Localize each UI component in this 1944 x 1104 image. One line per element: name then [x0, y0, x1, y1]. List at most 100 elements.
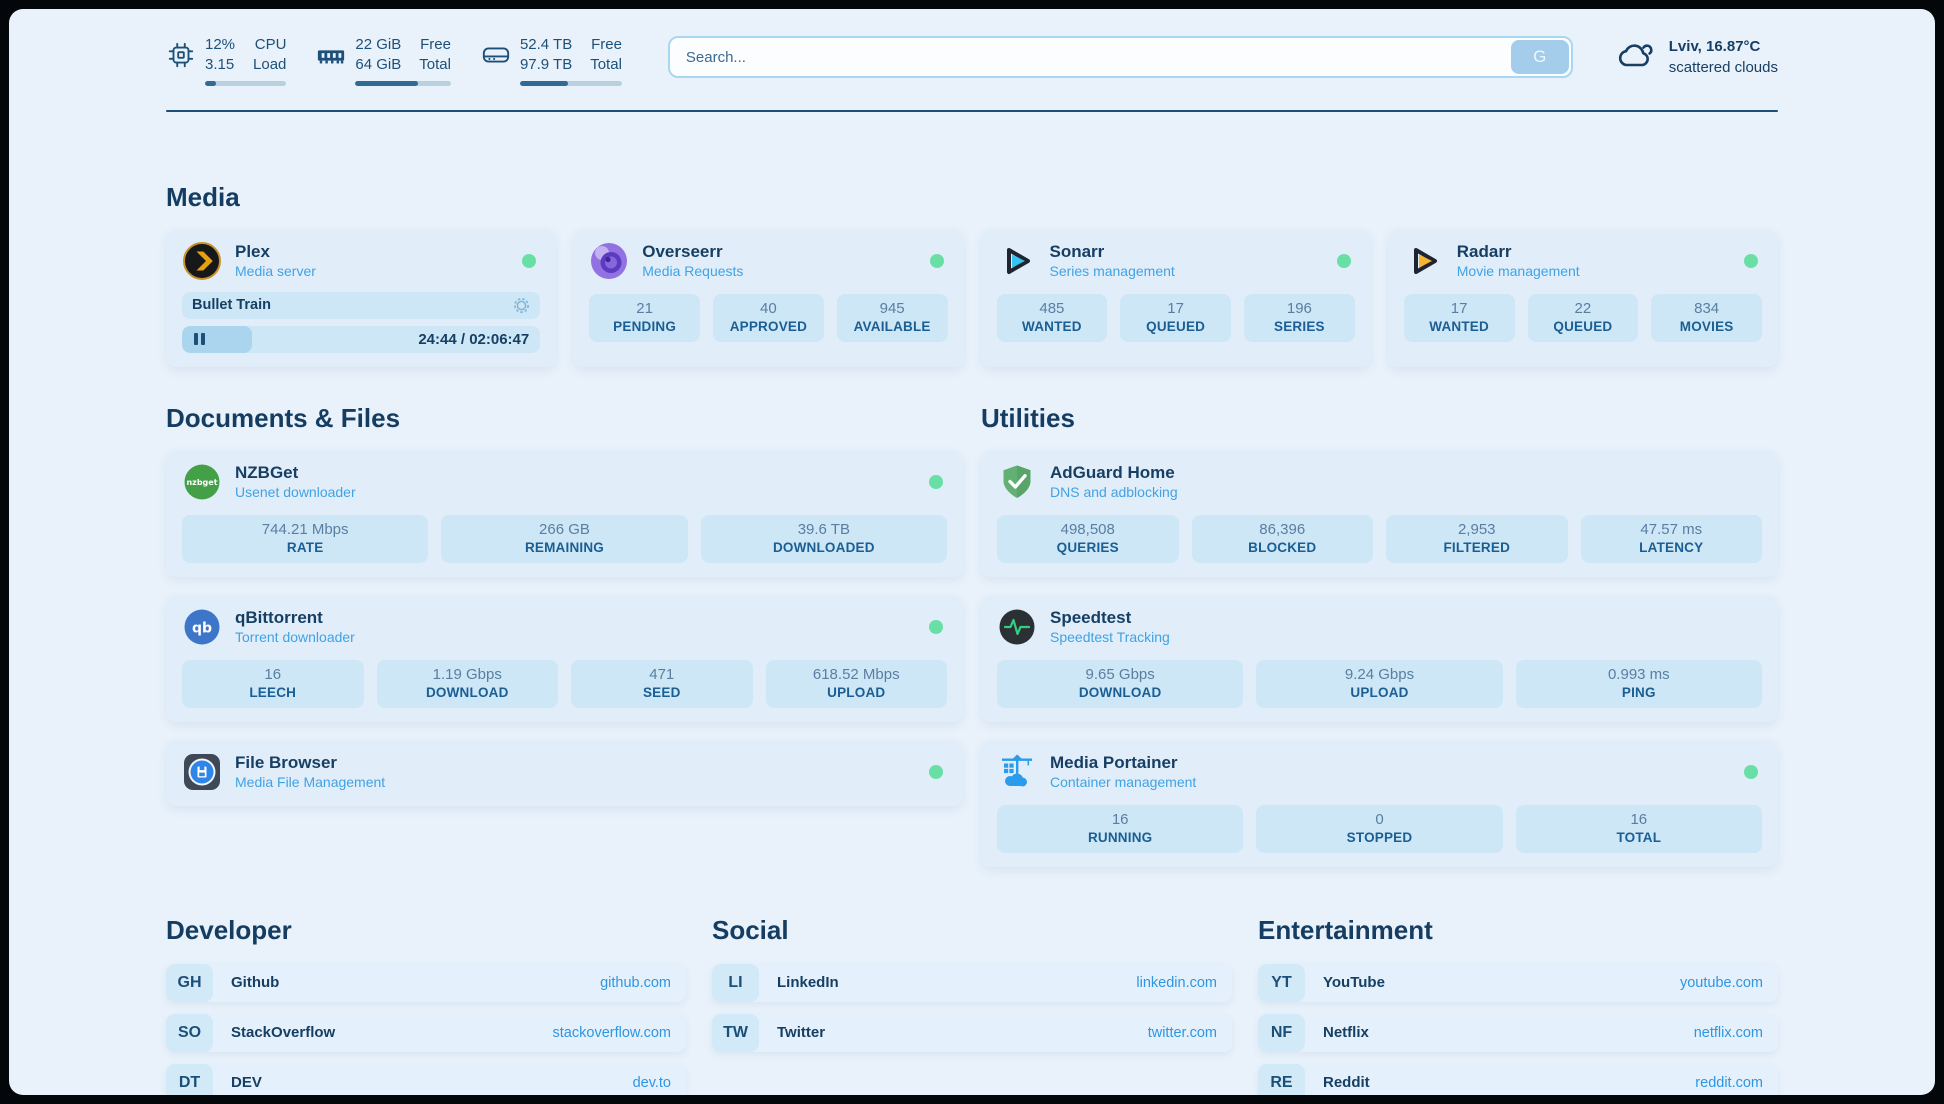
bookmark-group-social: Social LI LinkedIn linkedin.com TW Twitt… [712, 915, 1232, 1095]
bookmarks: Developer GH Github github.com SO StackO… [166, 915, 1778, 1095]
stat-upload: 9.24 Gbps UPLOAD [1256, 660, 1502, 708]
bookmark-reddit[interactable]: RE Reddit reddit.com [1258, 1064, 1778, 1095]
app-description: Media Requests [642, 263, 743, 279]
pause-icon [194, 333, 205, 345]
bookmark-url: linkedin.com [1136, 975, 1217, 991]
bookmark-name: Github [231, 974, 279, 991]
bookmark-linkedin[interactable]: LI LinkedIn linkedin.com [712, 964, 1232, 1002]
app-name: Radarr [1457, 242, 1580, 262]
app-card-overseerr[interactable]: Overseerr Media Requests 21 PENDING 40 A… [573, 229, 963, 367]
stat-wanted: 17 WANTED [1404, 294, 1515, 342]
app-name: Sonarr [1050, 242, 1175, 262]
search-container: G [668, 36, 1573, 78]
sonarr-icon [997, 241, 1037, 281]
bookmark-abbr: DT [166, 1064, 213, 1095]
stat-queued: 17 QUEUED [1120, 294, 1231, 342]
speedtest-icon [997, 607, 1037, 647]
bookmark-twitter[interactable]: TW Twitter twitter.com [712, 1014, 1232, 1052]
qbittorrent-icon: qb [182, 607, 222, 647]
section-title-developer: Developer [166, 915, 686, 946]
header-divider [166, 110, 1778, 112]
ram-free-label: Free [420, 35, 451, 55]
now-playing-time: 24:44 / 02:06:47 [418, 331, 540, 348]
bookmark-name: DEV [231, 1074, 262, 1091]
app-card-radarr[interactable]: Radarr Movie management 17 WANTED 22 QUE… [1388, 229, 1778, 367]
stat-queued: 22 QUEUED [1528, 294, 1639, 342]
app-card-speedtest[interactable]: Speedtest Speedtest Tracking 9.65 Gbps D… [981, 595, 1778, 722]
app-description: Media server [235, 263, 316, 279]
bookmark-youtube[interactable]: YT YouTube youtube.com [1258, 964, 1778, 1002]
now-playing-options-icon[interactable] [513, 297, 530, 314]
search-provider-button[interactable]: G [1511, 40, 1569, 74]
svg-text:nzbget: nzbget [186, 478, 217, 487]
app-card-adguard[interactable]: AdGuard Home DNS and adblocking 498,508 … [981, 450, 1778, 577]
search-input[interactable] [668, 36, 1573, 78]
app-name: qBittorrent [235, 608, 355, 628]
stat-rate: 744.21 Mbps RATE [182, 515, 428, 563]
app-description: Torrent downloader [235, 629, 355, 645]
app-description: Container management [1050, 774, 1196, 790]
overseerr-icon [589, 241, 629, 281]
ram-progress-bar [355, 81, 451, 86]
app-card-sonarr[interactable]: Sonarr Series management 485 WANTED 17 Q… [981, 229, 1371, 367]
status-dot [930, 254, 944, 268]
stat-ping: 0.993 ms PING [1516, 660, 1762, 708]
nzbget-icon: nzbget [182, 462, 222, 502]
bookmark-netflix[interactable]: NF Netflix netflix.com [1258, 1014, 1778, 1052]
top-bar: 12% 3.15 CPU Load [166, 35, 1778, 86]
stat-leech: 16 LEECH [182, 660, 364, 708]
dashboard-page: 12% 3.15 CPU Load [9, 9, 1935, 1095]
app-name: AdGuard Home [1050, 463, 1178, 483]
utilities-column: Utilities AdGuard Home [981, 403, 1778, 867]
app-description: Speedtest Tracking [1050, 629, 1170, 645]
cpu-progress-fill [205, 81, 216, 86]
bookmark-stackoverflow[interactable]: SO StackOverflow stackoverflow.com [166, 1014, 686, 1052]
stat-approved: 40 APPROVED [713, 294, 824, 342]
portainer-icon [997, 752, 1037, 792]
ram-icon [316, 40, 346, 86]
app-description: Movie management [1457, 263, 1580, 279]
dashboard-content: 12% 3.15 CPU Load [166, 35, 1778, 1095]
stat-stopped: 0 STOPPED [1256, 805, 1502, 853]
ram-total-label: Total [419, 55, 451, 75]
section-title-documents: Documents & Files [166, 403, 963, 434]
bookmark-dev[interactable]: DT DEV dev.to [166, 1064, 686, 1095]
app-name: Plex [235, 242, 316, 262]
disk-free-label: Free [591, 35, 622, 55]
app-name: Speedtest [1050, 608, 1170, 628]
status-dot [1744, 254, 1758, 268]
app-card-nzbget[interactable]: nzbget NZBGet Usenet downloader 744.21 M… [166, 450, 963, 577]
stat-running: 16 RUNNING [997, 805, 1243, 853]
stat-download: 9.65 Gbps DOWNLOAD [997, 660, 1243, 708]
stat-upload: 618.52 Mbps UPLOAD [766, 660, 948, 708]
now-playing-title: Bullet Train [192, 297, 271, 313]
disk-progress-bar [520, 81, 622, 86]
cpu-widget: 12% 3.15 CPU Load [166, 35, 286, 86]
bookmark-group-developer: Developer GH Github github.com SO StackO… [166, 915, 686, 1095]
bookmark-url: dev.to [633, 1075, 671, 1091]
bookmark-name: Netflix [1323, 1024, 1369, 1041]
app-card-portainer[interactable]: Media Portainer Container management 16 … [981, 740, 1778, 867]
disk-total-value: 97.9 TB [520, 55, 572, 75]
bookmark-github[interactable]: GH Github github.com [166, 964, 686, 1002]
bookmark-url: netflix.com [1694, 1025, 1763, 1041]
app-card-filebrowser[interactable]: File Browser Media File Management [166, 740, 963, 806]
section-title-social: Social [712, 915, 1232, 946]
bookmark-url: reddit.com [1695, 1075, 1763, 1091]
bookmark-abbr: LI [712, 964, 759, 1002]
app-card-qbittorrent[interactable]: qb qBittorrent Torrent downloader 16 LEE… [166, 595, 963, 722]
app-card-plex[interactable]: Plex Media server Bullet Train 24:44 / 0… [166, 229, 556, 367]
ram-total-value: 64 GiB [355, 55, 401, 75]
system-widgets: 12% 3.15 CPU Load [166, 35, 622, 86]
status-dot [1337, 254, 1351, 268]
app-description: Media File Management [235, 774, 385, 790]
stat-wanted: 485 WANTED [997, 294, 1108, 342]
disk-widget: 52.4 TB 97.9 TB Free Total [481, 35, 622, 86]
stat-pending: 21 PENDING [589, 294, 700, 342]
bookmark-name: StackOverflow [231, 1024, 335, 1041]
app-name: Overseerr [642, 242, 743, 262]
app-description: DNS and adblocking [1050, 484, 1178, 500]
status-dot [522, 254, 536, 268]
bookmark-abbr: NF [1258, 1014, 1305, 1052]
stat-filtered: 2,953 FILTERED [1386, 515, 1568, 563]
